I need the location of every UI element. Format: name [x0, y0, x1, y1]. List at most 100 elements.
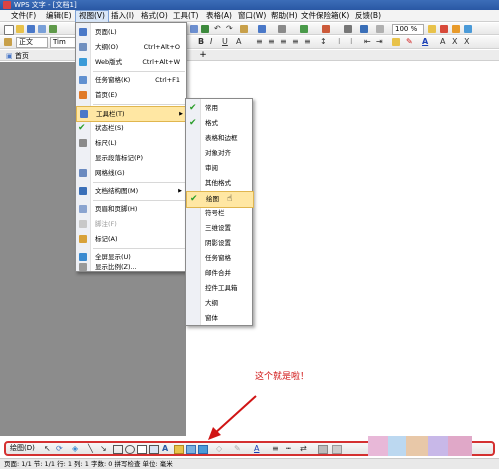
- decrease-indent-icon[interactable]: ⇤: [364, 36, 371, 48]
- clipart-icon[interactable]: [186, 445, 196, 454]
- drawing-menu-button[interactable]: 绘图(D): [10, 443, 35, 454]
- view-item-page[interactable]: 页面(L): [76, 25, 186, 39]
- toolbar-option-task-pane[interactable]: 任务窗格: [186, 251, 252, 266]
- toolbar-option-review[interactable]: 审阅: [186, 161, 252, 176]
- text-color-icon[interactable]: A: [254, 443, 259, 454]
- align-left-icon[interactable]: ≡: [256, 36, 263, 48]
- border-icon[interactable]: [392, 38, 400, 46]
- line-spacing-icon[interactable]: ↕: [320, 36, 327, 48]
- toolbar-option-forms[interactable]: 窗体: [186, 311, 252, 326]
- insert-picture-icon[interactable]: [198, 445, 208, 454]
- paint-format-icon[interactable]: [190, 25, 198, 33]
- menu-table[interactable]: 表格(A): [203, 10, 235, 22]
- view-item-statusbar[interactable]: ✔ 状态栏(S): [76, 121, 186, 135]
- toolbar-option-mail-merge[interactable]: 邮件合并: [186, 266, 252, 281]
- align-right-icon[interactable]: ≡: [280, 36, 287, 48]
- distributed-icon[interactable]: ≡: [304, 36, 311, 48]
- table-icon[interactable]: [240, 25, 248, 33]
- columns-icon[interactable]: [278, 25, 286, 33]
- menu-edit[interactable]: 编辑(E): [43, 10, 75, 22]
- font-color-icon[interactable]: A: [422, 36, 428, 48]
- arrow-icon[interactable]: ↘: [100, 443, 107, 454]
- underline-icon[interactable]: U: [222, 36, 228, 48]
- view-item-header-footer[interactable]: 页眉和页脚(H): [76, 202, 186, 216]
- zoom-icon[interactable]: [376, 25, 384, 33]
- wps-online-icon[interactable]: [452, 25, 460, 33]
- show-marks-icon[interactable]: [344, 25, 352, 33]
- highlight-icon[interactable]: ✎: [406, 36, 413, 48]
- menu-help[interactable]: 帮助(H): [268, 10, 301, 22]
- view-item-markup[interactable]: 标记(A): [76, 232, 186, 246]
- chart-icon[interactable]: [300, 25, 308, 33]
- doc-map-icon[interactable]: [360, 25, 368, 33]
- toolbar-option-shadow[interactable]: 阴影设置: [186, 236, 252, 251]
- superscript-icon[interactable]: X: [452, 36, 457, 48]
- align-center-icon[interactable]: ≡: [268, 36, 275, 48]
- italic-icon[interactable]: I: [210, 36, 212, 48]
- view-item-gridlines[interactable]: 网格线(G): [76, 166, 186, 180]
- ellipse-icon[interactable]: [125, 445, 135, 454]
- font-combo[interactable]: Tim: [50, 37, 76, 48]
- bullets-icon[interactable]: ⁝: [350, 36, 353, 48]
- help-icon[interactable]: [440, 25, 448, 33]
- shadow-icon[interactable]: [318, 445, 328, 454]
- toolbar-option-table-borders[interactable]: 表格和边框: [186, 131, 252, 146]
- rectangle-icon[interactable]: [113, 445, 123, 454]
- view-item-toolbars[interactable]: 工具栏(T) ▶: [76, 106, 188, 122]
- select-objects-icon[interactable]: ↖: [44, 443, 51, 454]
- tab-home[interactable]: ▣ 首页: [4, 51, 29, 61]
- share-icon[interactable]: [464, 25, 472, 33]
- view-item-zoom[interactable]: 显示比例(Z)...: [76, 261, 186, 273]
- diagram-icon[interactable]: [174, 445, 184, 454]
- toolbar-option-outline[interactable]: 大纲: [186, 296, 252, 311]
- toolbar-option-format[interactable]: ✔ 格式: [186, 116, 252, 131]
- redo-icon[interactable]: ↷: [226, 23, 233, 35]
- arrow-style-icon[interactable]: ⇄: [300, 443, 307, 454]
- toolbar-option-standard[interactable]: ✔ 常用: [186, 101, 252, 116]
- undo-icon[interactable]: ↶: [214, 23, 221, 35]
- insert-table-icon[interactable]: [258, 25, 266, 33]
- picture-icon[interactable]: [322, 25, 330, 33]
- menu-file[interactable]: 文件(F): [8, 10, 39, 22]
- toolbar-option-3d[interactable]: 三维设置: [186, 221, 252, 236]
- subscript-icon[interactable]: X: [464, 36, 469, 48]
- find-icon[interactable]: [428, 25, 436, 33]
- justify-icon[interactable]: ≡: [292, 36, 299, 48]
- increase-indent-icon[interactable]: ⇥: [376, 36, 383, 48]
- font-size-icon[interactable]: A: [236, 36, 241, 48]
- 3d-style-icon[interactable]: [332, 445, 342, 454]
- menu-insert[interactable]: 插入(I): [108, 10, 137, 22]
- grow-font-icon[interactable]: A: [440, 36, 445, 48]
- menu-feedback[interactable]: 反馈(B): [352, 10, 384, 22]
- print-icon[interactable]: [38, 25, 46, 33]
- print-preview-icon[interactable]: [49, 25, 57, 33]
- menu-tools[interactable]: 工具(T): [170, 10, 201, 22]
- line-icon[interactable]: ╲: [88, 443, 93, 454]
- view-item-home[interactable]: 首页(E): [76, 88, 186, 102]
- zoom-combo[interactable]: 100 %: [392, 24, 424, 35]
- menu-format[interactable]: 格式(O): [138, 10, 171, 22]
- save-icon[interactable]: [27, 25, 35, 33]
- view-item-web[interactable]: Web版式 Ctrl+Alt+W: [76, 55, 186, 69]
- styles-icon[interactable]: [4, 38, 12, 46]
- new-tab-button[interactable]: +: [198, 50, 208, 61]
- vertical-textbox-icon[interactable]: [149, 445, 159, 454]
- dash-style-icon[interactable]: ┅: [286, 443, 291, 454]
- toolbar-option-align[interactable]: 对象对齐: [186, 146, 252, 161]
- fill-color-icon[interactable]: ◇: [216, 443, 222, 454]
- line-color-icon[interactable]: ✎: [234, 443, 241, 454]
- numbering-icon[interactable]: ⁝: [338, 36, 341, 48]
- textbox-icon[interactable]: [137, 445, 147, 454]
- view-item-ruler[interactable]: 标尺(L): [76, 136, 186, 150]
- view-item-paragraph-marks[interactable]: 显示段落标记(P): [76, 151, 186, 165]
- toolbar-option-symbols[interactable]: 符号栏: [186, 206, 252, 221]
- view-item-task-pane[interactable]: 任务窗格(K) Ctrl+F1: [76, 73, 186, 87]
- bold-icon[interactable]: B: [198, 36, 204, 48]
- open-folder-icon[interactable]: [16, 25, 24, 33]
- view-item-doc-map[interactable]: 文档结构图(M) ▶: [76, 184, 186, 198]
- toolbar-option-other-format[interactable]: 其他格式: [186, 176, 252, 191]
- toolbar-option-controls[interactable]: 控件工具箱: [186, 281, 252, 296]
- view-item-outline[interactable]: 大纲(O) Ctrl+Alt+O: [76, 40, 186, 54]
- rotate-icon[interactable]: ⟳: [56, 443, 63, 454]
- new-doc-icon[interactable]: [4, 25, 14, 35]
